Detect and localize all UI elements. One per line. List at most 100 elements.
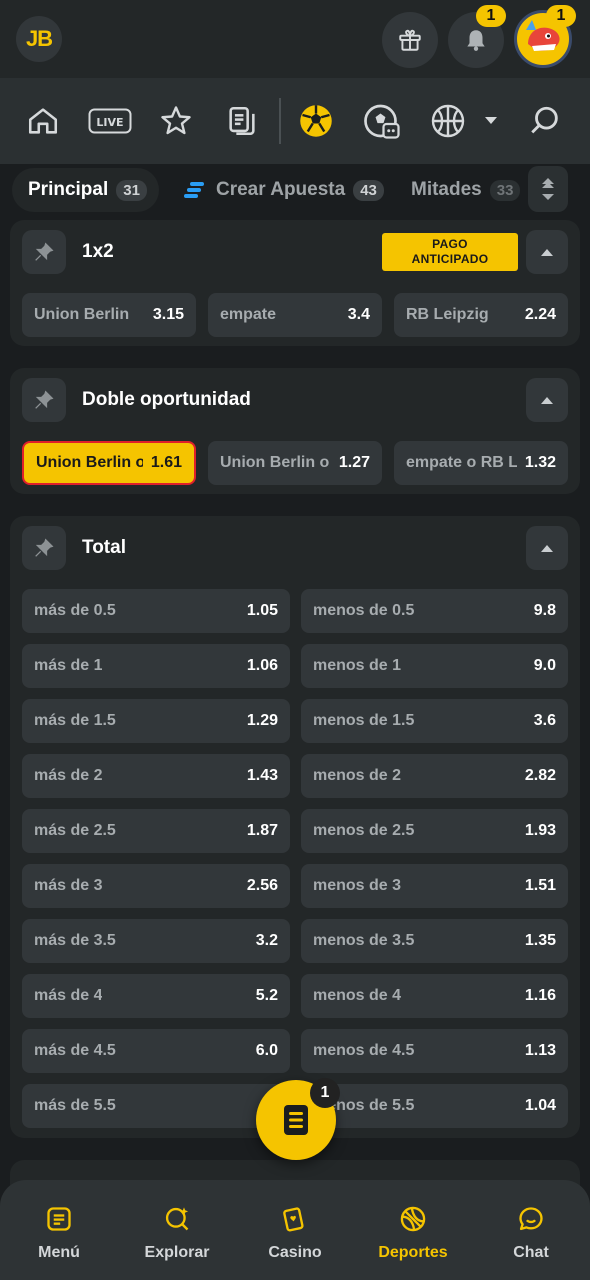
- odd-button-under[interactable]: menos de 2.5 1.93: [301, 809, 568, 853]
- odd-value: 1.13: [524, 1042, 556, 1059]
- sports-nav: LIVE: [0, 78, 590, 190]
- odd-value: 3.4: [347, 306, 370, 323]
- bottom-nav-chat[interactable]: Chat: [472, 1202, 590, 1262]
- odd-button-over[interactable]: más de 5.511: [22, 1084, 290, 1128]
- collapse-button[interactable]: [526, 526, 568, 570]
- gift-button[interactable]: [382, 12, 438, 68]
- market-tabs: Principal 31 Crear Apuesta 43 Mitades 33: [0, 164, 590, 214]
- odd-button-under[interactable]: menos de 3.5 1.35: [301, 919, 568, 963]
- bet-builder-icon: [184, 182, 204, 198]
- live-icon: LIVE: [88, 108, 132, 134]
- odd-button-under[interactable]: menos de 2 2.82: [301, 754, 568, 798]
- odd-button-under[interactable]: menos de 3 1.51: [301, 864, 568, 908]
- tab-mitades[interactable]: Mitades 33: [411, 168, 521, 212]
- menu-icon: [47, 1207, 71, 1231]
- odd-value: 5.2: [255, 987, 278, 1004]
- odd-button-selected[interactable]: Union Berlin o 1.61: [22, 441, 196, 485]
- odd-button-over[interactable]: más de 1 1.06: [22, 644, 290, 688]
- basketball-icon: [431, 104, 465, 138]
- odd-value: 1.93: [524, 822, 556, 839]
- market-title: Total: [82, 537, 126, 558]
- esports-football-nav-button[interactable]: [359, 98, 405, 144]
- odd-button[interactable]: empate o RB L 1.32: [394, 441, 568, 485]
- odd-label: menos de 1.5: [313, 712, 415, 729]
- bottom-nav: Menú Explorar Casino Deportes Chat: [0, 1180, 590, 1280]
- bottom-nav-deportes[interactable]: Deportes: [354, 1202, 472, 1262]
- home-icon: [28, 108, 58, 134]
- odd-label: más de 4.5: [34, 1042, 116, 1059]
- odd-value: 3.2: [255, 932, 278, 949]
- chevron-up-icon: [541, 544, 553, 552]
- odd-value: 1.05: [246, 602, 278, 619]
- odd-button[interactable]: RB Leipzig 2.24: [394, 293, 568, 337]
- basketball-nav-button[interactable]: [425, 98, 471, 144]
- documents-icon: [229, 106, 255, 136]
- more-sports-dropdown[interactable]: [472, 98, 510, 144]
- odd-button-over[interactable]: más de 2 1.43: [22, 754, 290, 798]
- odd-button-under[interactable]: menos de 0.5 9.8: [301, 589, 568, 633]
- odd-button-over[interactable]: más de 3 2.56: [22, 864, 290, 908]
- market-title: 1x2: [82, 241, 114, 262]
- odd-button[interactable]: empate 3.4: [208, 293, 382, 337]
- odd-button-over[interactable]: más de 0.5 1.05: [22, 589, 290, 633]
- home-nav-button[interactable]: [20, 98, 66, 144]
- collapse-button[interactable]: [526, 230, 568, 274]
- odd-button-over[interactable]: más de 2.5 1.87: [22, 809, 290, 853]
- collapse-button[interactable]: [526, 378, 568, 422]
- bottom-nav-explorar[interactable]: Explorar: [118, 1202, 236, 1262]
- search-button[interactable]: [522, 98, 568, 144]
- odd-label: más de 2.5: [34, 822, 116, 839]
- odd-label: Union Berlin: [34, 306, 130, 323]
- pin-icon: [35, 242, 54, 261]
- odd-value: 2.82: [524, 767, 556, 784]
- odd-button-under[interactable]: menos de 5.5 1.04: [301, 1084, 568, 1128]
- market-header: Doble oportunidad: [22, 378, 568, 424]
- odd-button-over[interactable]: más de 4 5.2: [22, 974, 290, 1018]
- pin-button[interactable]: [22, 378, 66, 422]
- odd-button-under[interactable]: menos de 1 9.0: [301, 644, 568, 688]
- market-total: Total más de 0.5 1.05 menos de 0.5 9.8 más…: [10, 516, 580, 1138]
- bottom-nav-label: Chat: [513, 1244, 549, 1261]
- odd-label: más de 3.5: [34, 932, 116, 949]
- logo[interactable]: JB: [16, 16, 62, 62]
- bottom-nav-casino[interactable]: Casino: [236, 1202, 354, 1262]
- pin-icon: [35, 390, 54, 409]
- odd-button-over[interactable]: más de 4.5 6.0: [22, 1029, 290, 1073]
- explore-icon: [165, 1207, 189, 1231]
- odd-value: 2.24: [524, 306, 556, 323]
- odd-value: 6.0: [255, 1042, 278, 1059]
- tab-crear-apuesta[interactable]: Crear Apuesta 43: [184, 168, 384, 212]
- odd-value: 1.87: [246, 822, 278, 839]
- odd-value: 1.51: [524, 877, 556, 894]
- odd-label: RB Leipzig: [406, 306, 489, 323]
- bets-nav-button[interactable]: [219, 98, 265, 144]
- tabs-expand-button[interactable]: [528, 166, 568, 212]
- bottom-nav-menu[interactable]: Menú: [0, 1202, 118, 1262]
- odd-label: menos de 3.5: [313, 932, 415, 949]
- bottom-nav-label: Menú: [38, 1244, 80, 1261]
- odd-button-under[interactable]: menos de 4 1.16: [301, 974, 568, 1018]
- odd-label: más de 1.5: [34, 712, 116, 729]
- odd-label: más de 4: [34, 987, 103, 1004]
- odd-button[interactable]: Union Berlin o 1.27: [208, 441, 382, 485]
- odd-button-under[interactable]: menos de 4.5 1.13: [301, 1029, 568, 1073]
- market-title: Doble oportunidad: [82, 389, 251, 410]
- early-payout-badge: PAGO ANTICIPADO: [382, 233, 518, 271]
- odd-label: menos de 2.5: [313, 822, 415, 839]
- odd-button-under[interactable]: menos de 1.5 3.6: [301, 699, 568, 743]
- favorites-nav-button[interactable]: [153, 98, 199, 144]
- pin-button[interactable]: [22, 230, 66, 274]
- odd-value: 1.61: [150, 454, 182, 471]
- betslip-count-badge: 1: [310, 1078, 340, 1108]
- football-nav-button[interactable]: [293, 98, 339, 144]
- chat-icon: [519, 1207, 543, 1231]
- live-nav-button[interactable]: LIVE: [86, 98, 134, 144]
- odd-button-over[interactable]: más de 3.5 3.2: [22, 919, 290, 963]
- market-1x2: 1x2 PAGO ANTICIPADO Union Berlin 3.15 emp…: [10, 220, 580, 346]
- pin-button[interactable]: [22, 526, 66, 570]
- odd-value: 3.15: [152, 306, 184, 323]
- odd-button[interactable]: Union Berlin 3.15: [22, 293, 196, 337]
- tab-principal[interactable]: Principal 31: [12, 168, 159, 212]
- tab-count: 43: [353, 179, 384, 201]
- odd-button-over[interactable]: más de 1.5 1.29: [22, 699, 290, 743]
